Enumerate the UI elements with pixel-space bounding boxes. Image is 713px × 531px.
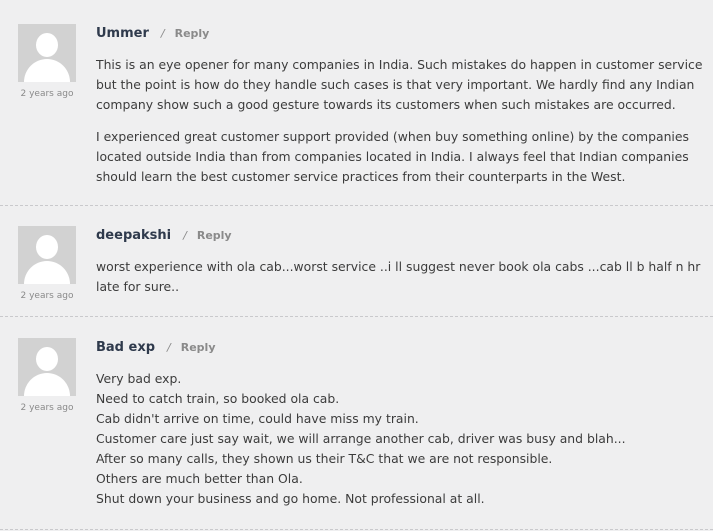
comment-author[interactable]: Ummer [96,26,149,41]
comment-line: Need to catch train, so booked ola cab. [96,391,340,406]
comment-paragraph: I experienced great customer support pro… [96,129,689,184]
comment-timestamp: 2 years ago [20,403,74,413]
separator: / [160,27,165,40]
avatar [18,226,76,284]
comment-item: 2 years ago Ummer / Reply This is an eye o… [0,0,713,206]
avatar [18,338,76,396]
comment-text: This is an eye opener for many companies… [96,55,708,199]
comment-text: worst experience with ola cab...worst se… [96,257,708,309]
comment-item: 2 years ago deepakshi / Reply worst experi… [0,206,713,317]
comment-line: Shut down your business and go home. Not… [96,491,485,506]
comment-timestamp: 2 years ago [20,89,74,99]
comment-timestamp: 2 years ago [20,291,74,301]
comment-line: After so many calls, they shown us their… [96,451,553,466]
comment-author[interactable]: deepakshi [96,228,171,243]
comment-item: 2 years ago Bad exp / Reply Very bad exp. … [0,317,713,530]
avatar [18,24,76,82]
reply-button[interactable]: Reply [175,27,210,40]
comment-line: Cab didn't arrive on time, could have mi… [96,411,419,426]
comment-line: Others are much better than Ola. [96,471,303,486]
separator: / [167,341,171,354]
reply-button[interactable]: Reply [181,341,216,354]
reply-button[interactable]: Reply [197,229,232,242]
comment-paragraph: This is an eye opener for many companies… [96,57,703,112]
comment-paragraph: worst experience with ola cab...worst se… [96,259,701,294]
comment-text: Very bad exp. Need to catch train, so bo… [96,369,708,509]
comment-line: Customer care just say wait, we will arr… [96,431,626,446]
separator: / [183,229,187,242]
comment-author[interactable]: Bad exp [96,340,155,355]
comment-line: Very bad exp. [96,371,182,386]
